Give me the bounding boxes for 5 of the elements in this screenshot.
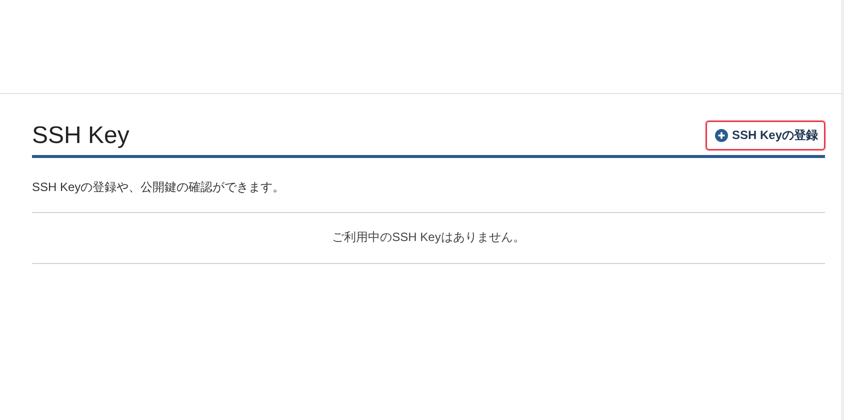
add-ssh-key-button[interactable]: SSH Keyの登録 <box>706 121 825 150</box>
page-title: SSH Key <box>32 121 130 151</box>
description-text: SSH Keyの登録や、公開鍵の確認ができます。 <box>32 158 825 213</box>
empty-message: ご利用中のSSH Keyはありません。 <box>32 213 825 264</box>
plus-circle-icon <box>714 129 728 142</box>
